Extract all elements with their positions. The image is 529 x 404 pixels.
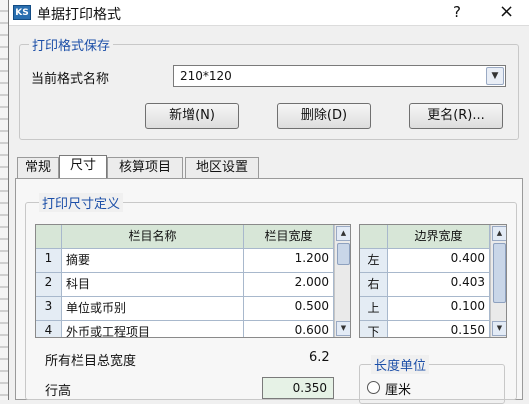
margin-value[interactable]: 0.400 <box>388 249 490 273</box>
margin-header-blank <box>360 225 388 249</box>
size-group-legend: 打印尺寸定义 <box>39 193 124 212</box>
tab-size[interactable]: 尺寸 <box>59 155 107 179</box>
columns-table[interactable]: 栏目名称 栏目宽度 1 摘要 1.200 2 科目 2.000 3 单位或币别 … <box>35 224 351 338</box>
table-row-name[interactable]: 外币或工程项目 <box>62 321 244 337</box>
margin-table-scrollbar[interactable]: ▲ ▼ <box>490 225 506 337</box>
columns-table-scrollbar[interactable]: ▲ ▼ <box>334 225 350 337</box>
column-header-name[interactable]: 栏目名称 <box>62 225 244 249</box>
app-icon: KS <box>13 5 31 20</box>
margin-value[interactable]: 0.100 <box>388 297 490 321</box>
margin-side: 右 <box>360 273 388 297</box>
delete-button[interactable]: 删除(D) <box>277 103 371 129</box>
row-number: 3 <box>36 297 62 321</box>
column-header-width[interactable]: 栏目宽度 <box>244 225 334 249</box>
tab-general[interactable]: 常规 <box>17 157 59 179</box>
margin-side: 下 <box>360 321 388 337</box>
scroll-thumb[interactable] <box>337 243 350 265</box>
margin-value[interactable]: 0.150 <box>388 321 490 337</box>
margin-table[interactable]: 边界宽度 左 0.400 右 0.403 上 0.100 下 0.150 ▲ ▼ <box>359 224 507 338</box>
row-height-input[interactable]: 0.350 <box>262 377 334 399</box>
scroll-down-icon[interactable]: ▼ <box>492 321 506 336</box>
scroll-up-icon[interactable]: ▲ <box>492 226 506 241</box>
title-bar: KS 单据打印格式 ? × <box>9 0 529 26</box>
radio-centimeter[interactable] <box>367 381 380 394</box>
scroll-up-icon[interactable]: ▲ <box>336 226 350 241</box>
table-row-width[interactable]: 1.200 <box>244 249 334 273</box>
row-number: 1 <box>36 249 62 273</box>
row-number: 4 <box>36 321 62 337</box>
rename-button[interactable]: 更名(R)... <box>409 103 503 129</box>
table-row-width[interactable]: 0.600 <box>244 321 334 337</box>
column-header-blank <box>36 225 62 249</box>
row-height-label: 行高 <box>45 384 72 399</box>
table-row-width[interactable]: 0.500 <box>244 297 334 321</box>
radio-centimeter-label: 厘米 <box>385 383 412 398</box>
format-name-label: 当前格式名称 <box>31 72 110 87</box>
margin-side: 左 <box>360 249 388 273</box>
new-button[interactable]: 新增(N) <box>145 103 239 129</box>
close-button[interactable]: × <box>499 1 514 22</box>
scroll-down-icon[interactable]: ▼ <box>336 321 350 336</box>
margin-value[interactable]: 0.403 <box>388 273 490 297</box>
row-number: 2 <box>36 273 62 297</box>
tab-accounting-items[interactable]: 核算项目 <box>107 157 183 179</box>
format-name-combo[interactable]: 210*120 <box>173 65 506 87</box>
table-row-name[interactable]: 摘要 <box>62 249 244 273</box>
help-button[interactable]: ? <box>453 3 461 21</box>
margin-side: 上 <box>360 297 388 321</box>
margin-header-width[interactable]: 边界宽度 <box>388 225 490 249</box>
table-row-name[interactable]: 科目 <box>62 273 244 297</box>
save-group-legend: 打印格式保存 <box>29 35 114 54</box>
scroll-thumb[interactable] <box>493 243 506 303</box>
total-width-value: 6.2 <box>309 350 330 365</box>
print-format-dialog: KS 单据打印格式 ? × 打印格式保存 当前格式名称 210*120 ▼ 新增… <box>8 0 529 404</box>
tab-region-settings[interactable]: 地区设置 <box>185 157 259 179</box>
total-width-label: 所有栏目总宽度 <box>45 354 137 369</box>
table-row-width[interactable]: 2.000 <box>244 273 334 297</box>
table-row-name[interactable]: 单位或币别 <box>62 297 244 321</box>
length-unit-legend: 长度单位 <box>371 355 430 374</box>
format-name-value: 210*120 <box>180 69 232 83</box>
chevron-down-icon[interactable]: ▼ <box>486 67 504 85</box>
window-title: 单据打印格式 <box>37 7 121 23</box>
